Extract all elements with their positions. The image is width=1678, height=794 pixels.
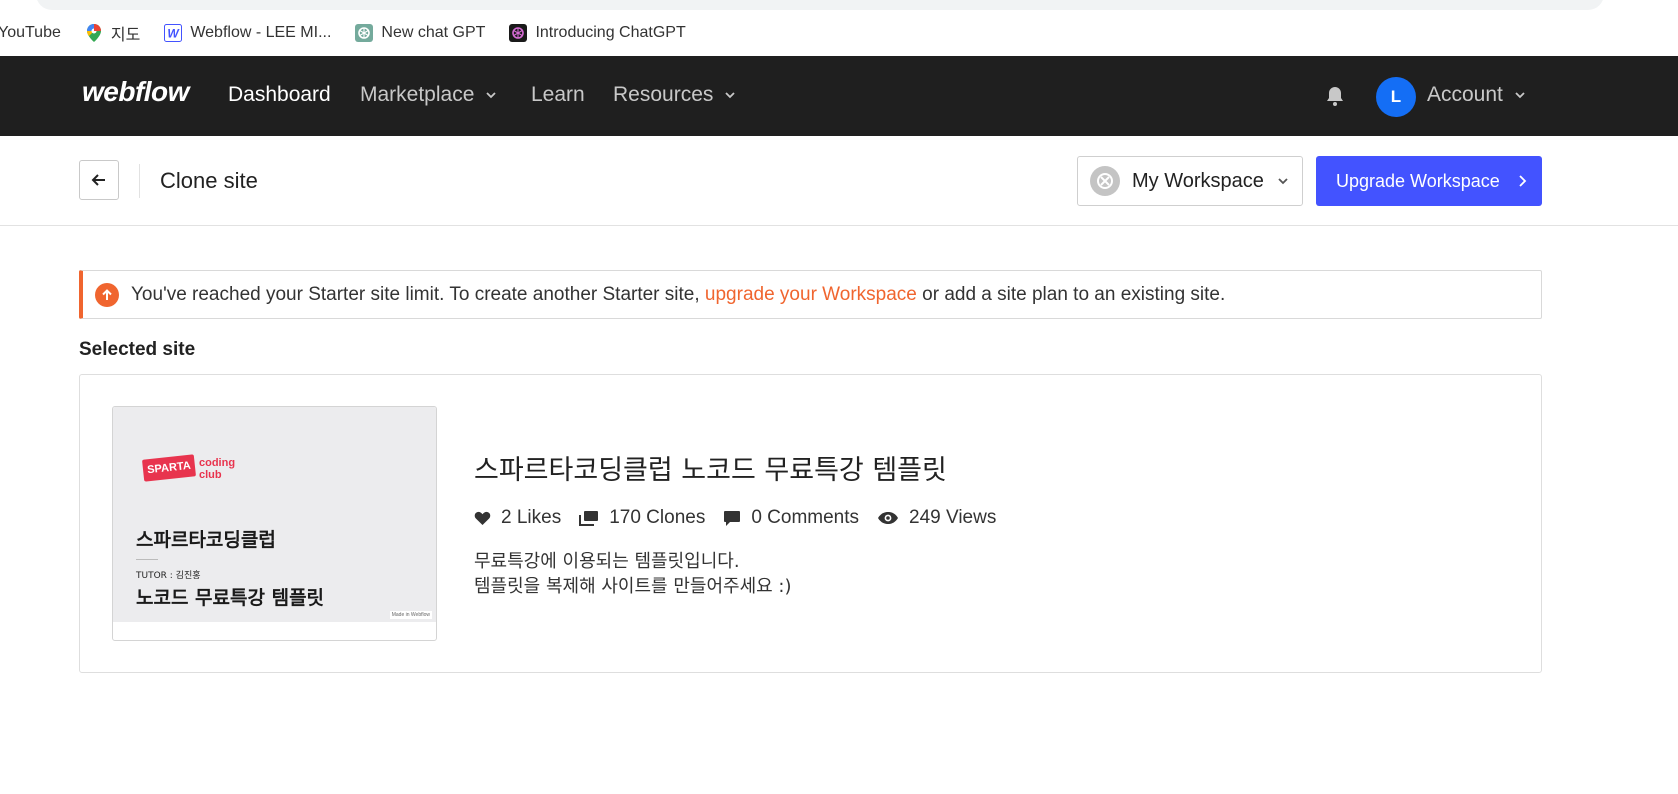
site-thumbnail[interactable]: SPARTA coding club 스파르타코딩클럽 노코드 무료특강 템플릿… — [112, 406, 437, 641]
nav-learn[interactable]: Learn — [531, 83, 585, 107]
account-menu[interactable]: Account — [1427, 83, 1527, 107]
nav-label: Dashboard — [228, 83, 331, 106]
chevron-down-icon — [1515, 92, 1525, 99]
openai-dark-icon — [509, 24, 528, 42]
avatar[interactable]: L — [1376, 77, 1416, 117]
workspace-select[interactable]: My Workspace — [1077, 156, 1303, 206]
site-limit-alert: You've reached your Starter site limit. … — [79, 270, 1542, 319]
alert-text-before: You've reached your Starter site limit. … — [131, 283, 700, 305]
sparta-logo-badge: SPARTA — [141, 454, 197, 482]
arrow-left-icon — [91, 174, 105, 186]
upgrade-workspace-link[interactable]: upgrade your Workspace — [705, 284, 917, 305]
description-line: 템플릿을 복제해 사이트를 만들어주세요 :) — [474, 576, 792, 597]
brand-line: coding — [199, 457, 236, 469]
thumbnail-tutor: TUTOR : 김진홍 — [136, 571, 201, 581]
views-count: 249 Views — [909, 507, 997, 528]
page-title: Clone site — [160, 168, 258, 193]
openai-icon — [355, 24, 374, 42]
bookmark-youtube[interactable]: YouTube — [0, 20, 61, 46]
eye-icon — [877, 511, 899, 525]
comment-icon — [723, 510, 741, 527]
alert-text: You've reached your Starter site limit. … — [131, 284, 1225, 306]
views-stat: 249 Views — [877, 507, 996, 529]
alert-text-after: or add a site plan to an existing site. — [922, 283, 1226, 305]
bookmark-webflow[interactable]: W Webflow - LEE MI... — [164, 20, 331, 46]
bookmark-label: Webflow - LEE MI... — [190, 24, 332, 41]
thumbnail-title-line: 노코드 무료특강 템플릿 — [136, 587, 325, 609]
bookmark-maps[interactable]: 지도 — [85, 20, 140, 46]
bell-icon[interactable] — [1323, 84, 1347, 108]
bookmark-label: YouTube — [0, 24, 61, 41]
bookmark-label: New chat GPT — [381, 24, 486, 41]
selected-site-card: SPARTA coding club 스파르타코딩클럽 노코드 무료특강 템플릿… — [79, 374, 1542, 673]
site-description: 무료특강에 이용되는 템플릿입니다. 템플릿을 복제해 사이트를 만들어주세요 … — [474, 549, 792, 599]
site-stats: 2 Likes 170 Clones 0 Comments 249 Views — [474, 507, 996, 529]
thumbnail-title-line: 스파르타코딩클럽 — [136, 529, 276, 551]
nav-label: Marketplace — [360, 83, 475, 106]
made-in-webflow-badge: Made in Webflow — [389, 611, 432, 619]
arrow-up-circle-icon — [95, 282, 119, 307]
nav-dashboard[interactable]: Dashboard — [228, 83, 331, 107]
clone-icon — [579, 510, 599, 526]
coding-club-logo-text: coding club — [199, 457, 235, 481]
top-nav: webflow Dashboard Marketplace Learn Reso… — [0, 56, 1678, 136]
chevron-right-icon — [1519, 175, 1527, 187]
back-button[interactable] — [79, 160, 119, 200]
webflow-w-icon: W — [164, 24, 183, 42]
workspace-label: My Workspace — [1132, 169, 1264, 192]
clones-count: 170 Clones — [609, 507, 706, 528]
maps-pin-icon — [85, 24, 103, 42]
webflow-logo[interactable]: webflow — [82, 76, 189, 108]
bookmark-label: 지도 — [110, 27, 141, 44]
brand-line: club — [199, 469, 222, 481]
page-header: Clone site My Workspace Upgrade Workspac… — [0, 136, 1678, 226]
section-label: Selected site — [79, 339, 196, 360]
workspace-icon — [1090, 166, 1120, 196]
nav-label: Learn — [531, 83, 585, 106]
chevron-down-icon — [725, 92, 736, 99]
chevron-down-icon — [1278, 178, 1288, 185]
address-bar[interactable] — [36, 0, 1604, 10]
nav-resources[interactable]: Resources — [613, 83, 737, 107]
bookmark-introducing-chatgpt[interactable]: Introducing ChatGPT — [509, 20, 686, 46]
svg-text:W: W — [168, 27, 181, 41]
comments-count: 0 Comments — [751, 507, 860, 528]
bookmark-label: Introducing ChatGPT — [535, 24, 686, 41]
likes-stat: 2 Likes — [474, 507, 561, 529]
upgrade-label: Upgrade Workspace — [1336, 170, 1500, 191]
upgrade-workspace-button[interactable]: Upgrade Workspace — [1316, 156, 1542, 206]
bookmark-new-chat-gpt[interactable]: New chat GPT — [355, 20, 485, 46]
bookmarks-bar: YouTube 지도 W Webflow - LEE MI... New cha… — [0, 10, 1678, 56]
description-line: 무료특강에 이용되는 템플릿입니다. — [474, 551, 740, 572]
heart-icon — [474, 510, 491, 526]
comments-stat: 0 Comments — [723, 507, 859, 529]
likes-count: 2 Likes — [501, 507, 562, 528]
site-title: 스파르타코딩클럽 노코드 무료특강 템플릿 — [474, 455, 947, 486]
nav-label: Resources — [613, 83, 714, 106]
clones-stat: 170 Clones — [579, 507, 705, 529]
header-divider — [139, 164, 140, 198]
chevron-down-icon — [486, 92, 497, 99]
thumbnail-divider — [136, 559, 158, 560]
thumbnail-preview: SPARTA coding club 스파르타코딩클럽 노코드 무료특강 템플릿… — [113, 407, 436, 622]
nav-marketplace[interactable]: Marketplace — [360, 83, 498, 107]
account-label: Account — [1427, 83, 1503, 106]
